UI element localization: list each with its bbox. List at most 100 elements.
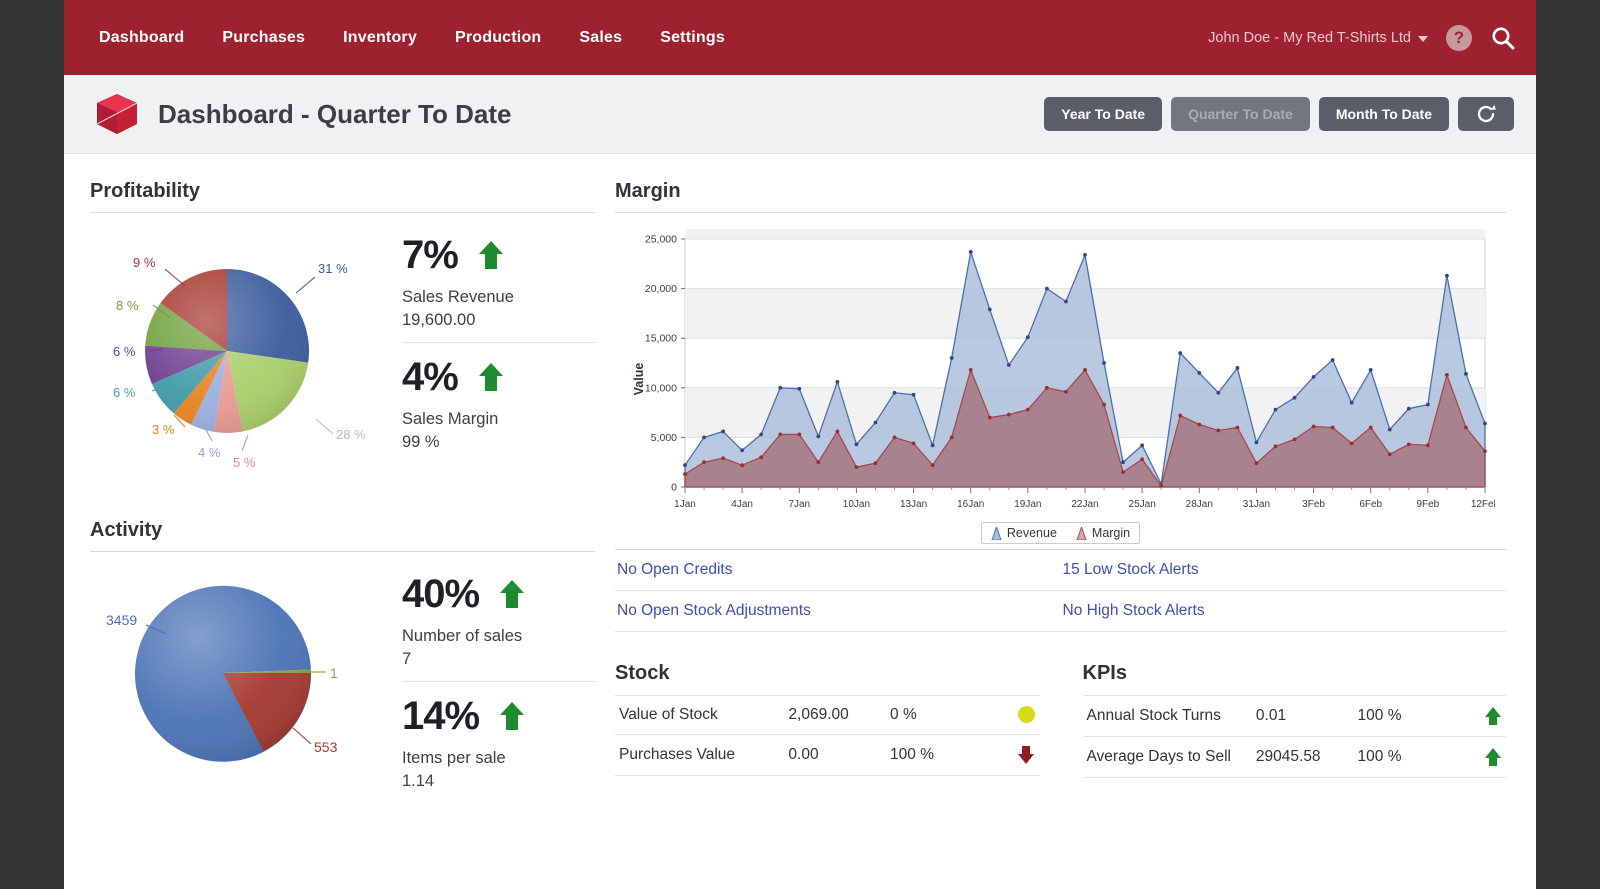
margin-chart-point [1388,428,1392,432]
kpi-sales-revenue-percent: 7% [402,235,458,275]
margin-chart-xtick: 10Jan [843,499,870,510]
link-no-open-stock-adjustments[interactable]: No Open Stock Adjustments [617,602,811,619]
margin-chart-legend: Revenue Margin [615,522,1506,545]
year-to-date-button[interactable]: Year To Date [1044,97,1162,131]
margin-chart-point [1407,407,1411,411]
margin-chart-point [1083,368,1087,372]
trend-up-icon [1484,747,1502,767]
margin-chart-point [1140,443,1144,447]
margin-chart-point [797,433,801,437]
pie-label-9: 9 % [133,255,156,270]
month-to-date-button[interactable]: Month To Date [1319,97,1449,131]
margin-chart-xtick: 9Feb [1416,499,1439,510]
kpi-sales-revenue-label: Sales Revenue [402,288,595,307]
margin-chart-point [740,448,744,452]
margin-chart-point [1140,457,1144,461]
margin-chart-point [988,416,992,420]
link-low-stock-alerts[interactable]: 15 Low Stock Alerts [1063,561,1199,578]
nav-item-inventory[interactable]: Inventory [341,23,419,53]
margin-chart-point [950,436,954,440]
margin-chart-ytick: 15,000 [645,333,677,345]
activity-panel: 3459 1 553 40% Numbe [90,556,595,803]
margin-chart-point [702,460,706,464]
link-no-high-stock-alerts[interactable]: No High Stock Alerts [1063,602,1205,619]
margin-chart-point [1445,373,1449,377]
user-account-menu[interactable]: John Doe - My Red T-Shirts Ltd [1208,30,1428,46]
margin-chart-point [1121,460,1125,464]
margin-chart-ytick: 20,000 [645,283,677,295]
margin-chart-point [1369,426,1373,430]
page-title: Dashboard - Quarter To Date [158,99,511,130]
margin-chart-point [1216,429,1220,433]
margin-chart-ytick: 5,000 [651,432,677,444]
margin-chart-xtick: 16Jan [957,499,984,510]
kpis-row-0-indicator [1447,695,1506,736]
margin-chart-point [1083,253,1087,257]
nav-item-production[interactable]: Production [453,23,543,53]
legend-item-revenue[interactable]: Revenue [991,526,1057,540]
margin-chart-point [1102,403,1106,407]
stock-row-0-percent: 0 % [886,695,979,734]
kpi-items-per-sale: 14% Items per sale 1.14 [402,681,595,803]
legend-label-revenue: Revenue [1007,526,1057,540]
table-row[interactable]: Average Days to Sell 29045.58 100 % [1083,736,1507,777]
yellow-dot-icon [1018,706,1035,723]
margin-chart-point [1007,413,1011,417]
margin-chart-point [1121,470,1125,474]
link-no-open-credits[interactable]: No Open Credits [617,561,732,578]
trend-up-icon [499,579,525,609]
kpi-sales-revenue-value: 19,600.00 [402,311,595,330]
margin-chart-point [1369,368,1373,372]
user-account-label: John Doe - My Red T-Shirts Ltd [1208,30,1411,46]
margin-chart-xtick: 3Feb [1302,499,1325,510]
margin-chart-point [797,387,801,391]
refresh-button[interactable] [1458,97,1514,131]
margin-chart-point [1293,396,1297,400]
dashboard-content: Profitability [64,154,1536,803]
activity-label-1: 1 [330,665,338,681]
nav-item-dashboard[interactable]: Dashboard [97,23,186,53]
margin-chart-point [1331,426,1335,430]
margin-chart-point [1426,443,1430,447]
search-icon[interactable] [1490,25,1516,51]
date-range-button-group: Year To Date Quarter To Date Month To Da… [1044,97,1514,131]
table-row[interactable]: Purchases Value 0.00 100 % [615,734,1039,775]
stock-row-0-value: 2,069.00 [784,695,886,734]
nav-item-sales[interactable]: Sales [577,23,624,53]
margin-chart-point [1274,408,1278,412]
activity-kpis: 40% Number of sales 7 14% [390,568,595,803]
activity-label-3459: 3459 [106,612,137,628]
margin-chart-point [1350,441,1354,445]
margin-chart-point [778,386,782,390]
top-navigation-bar: Dashboard Purchases Inventory Production… [64,0,1536,75]
margin-chart-point [778,433,782,437]
kpi-sales-revenue: 7% Sales Revenue 19,600.00 [402,229,595,342]
table-row[interactable]: Annual Stock Turns 0.01 100 % [1083,695,1507,736]
kpi-number-of-sales-top: 40% [402,574,595,614]
nav-item-purchases[interactable]: Purchases [220,23,307,53]
red-cube-logo-icon [94,91,140,137]
kpi-number-of-sales-percent: 40% [402,574,479,614]
kpi-sales-margin-label: Sales Margin [402,410,595,429]
margin-chart-y-axis-label: Value [632,363,646,396]
pie-label-4: 4 % [198,445,221,460]
pie-label-28: 28 % [336,427,366,442]
margin-chart-point [816,435,820,439]
help-icon[interactable]: ? [1446,25,1472,51]
kpis-row-1-indicator [1447,736,1506,777]
quarter-to-date-button[interactable]: Quarter To Date [1171,97,1310,131]
margin-chart-point [1026,335,1030,339]
trend-up-icon [1484,706,1502,726]
margin-chart-point [1293,437,1297,441]
margin-chart-xtick: 1Jan [674,499,696,510]
margin-chart-point [988,308,992,312]
nav-item-settings[interactable]: Settings [658,23,727,53]
table-row[interactable]: Value of Stock 2,069.00 0 % [615,695,1039,734]
margin-chart-point [1064,390,1068,394]
margin-chart-point [683,472,687,476]
stock-row-1-percent: 100 % [886,734,979,775]
stock-table-wrap: Stock Value of Stock 2,069.00 0 % Purcha… [615,662,1039,778]
legend-item-margin[interactable]: Margin [1076,526,1130,540]
margin-chart-point [1274,444,1278,448]
link-cell-open-credits: No Open Credits [615,550,1061,591]
